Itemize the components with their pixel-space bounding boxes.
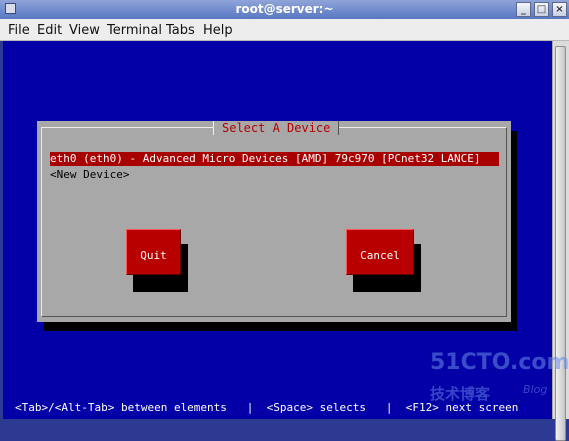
window-title: root@server:~ <box>235 2 334 16</box>
key-help-status-line: <Tab>/<Alt-Tab> between elements | <Spac… <box>15 401 519 414</box>
cancel-button-label: Cancel <box>360 249 400 262</box>
watermark-blog: Blog <box>523 383 548 396</box>
minimize-button[interactable]: _ <box>516 2 531 17</box>
maximize-button[interactable]: □ <box>534 2 549 17</box>
menu-bar: File Edit View Terminal Tabs Help <box>0 19 569 41</box>
menu-terminal[interactable]: Terminal <box>107 23 162 38</box>
menu-view[interactable]: View <box>69 23 100 38</box>
menu-file[interactable]: File <box>8 23 30 38</box>
menu-tabs[interactable]: Tabs <box>166 23 195 38</box>
scrollbar-thumb[interactable] <box>555 46 566 441</box>
menu-help[interactable]: Help <box>203 23 233 38</box>
quit-button[interactable]: Quit <box>126 229 181 275</box>
title-bar: root@server:~ _ □ × <box>0 0 569 19</box>
device-item-eth0[interactable]: eth0 (eth0) - Advanced Micro Devices [AM… <box>50 152 499 166</box>
cancel-button[interactable]: Cancel <box>346 229 414 275</box>
watermark-logo: 51CTO.com <box>430 350 569 375</box>
menu-edit[interactable]: Edit <box>37 23 62 38</box>
close-button[interactable]: × <box>552 2 567 17</box>
quit-button-label: Quit <box>140 249 167 262</box>
device-item-new-device[interactable]: <New Device> <box>50 168 129 182</box>
dialog-title: Select A Device <box>213 121 340 135</box>
select-device-dialog: Select A Device eth0 (eth0) - Advanced M… <box>37 121 511 322</box>
